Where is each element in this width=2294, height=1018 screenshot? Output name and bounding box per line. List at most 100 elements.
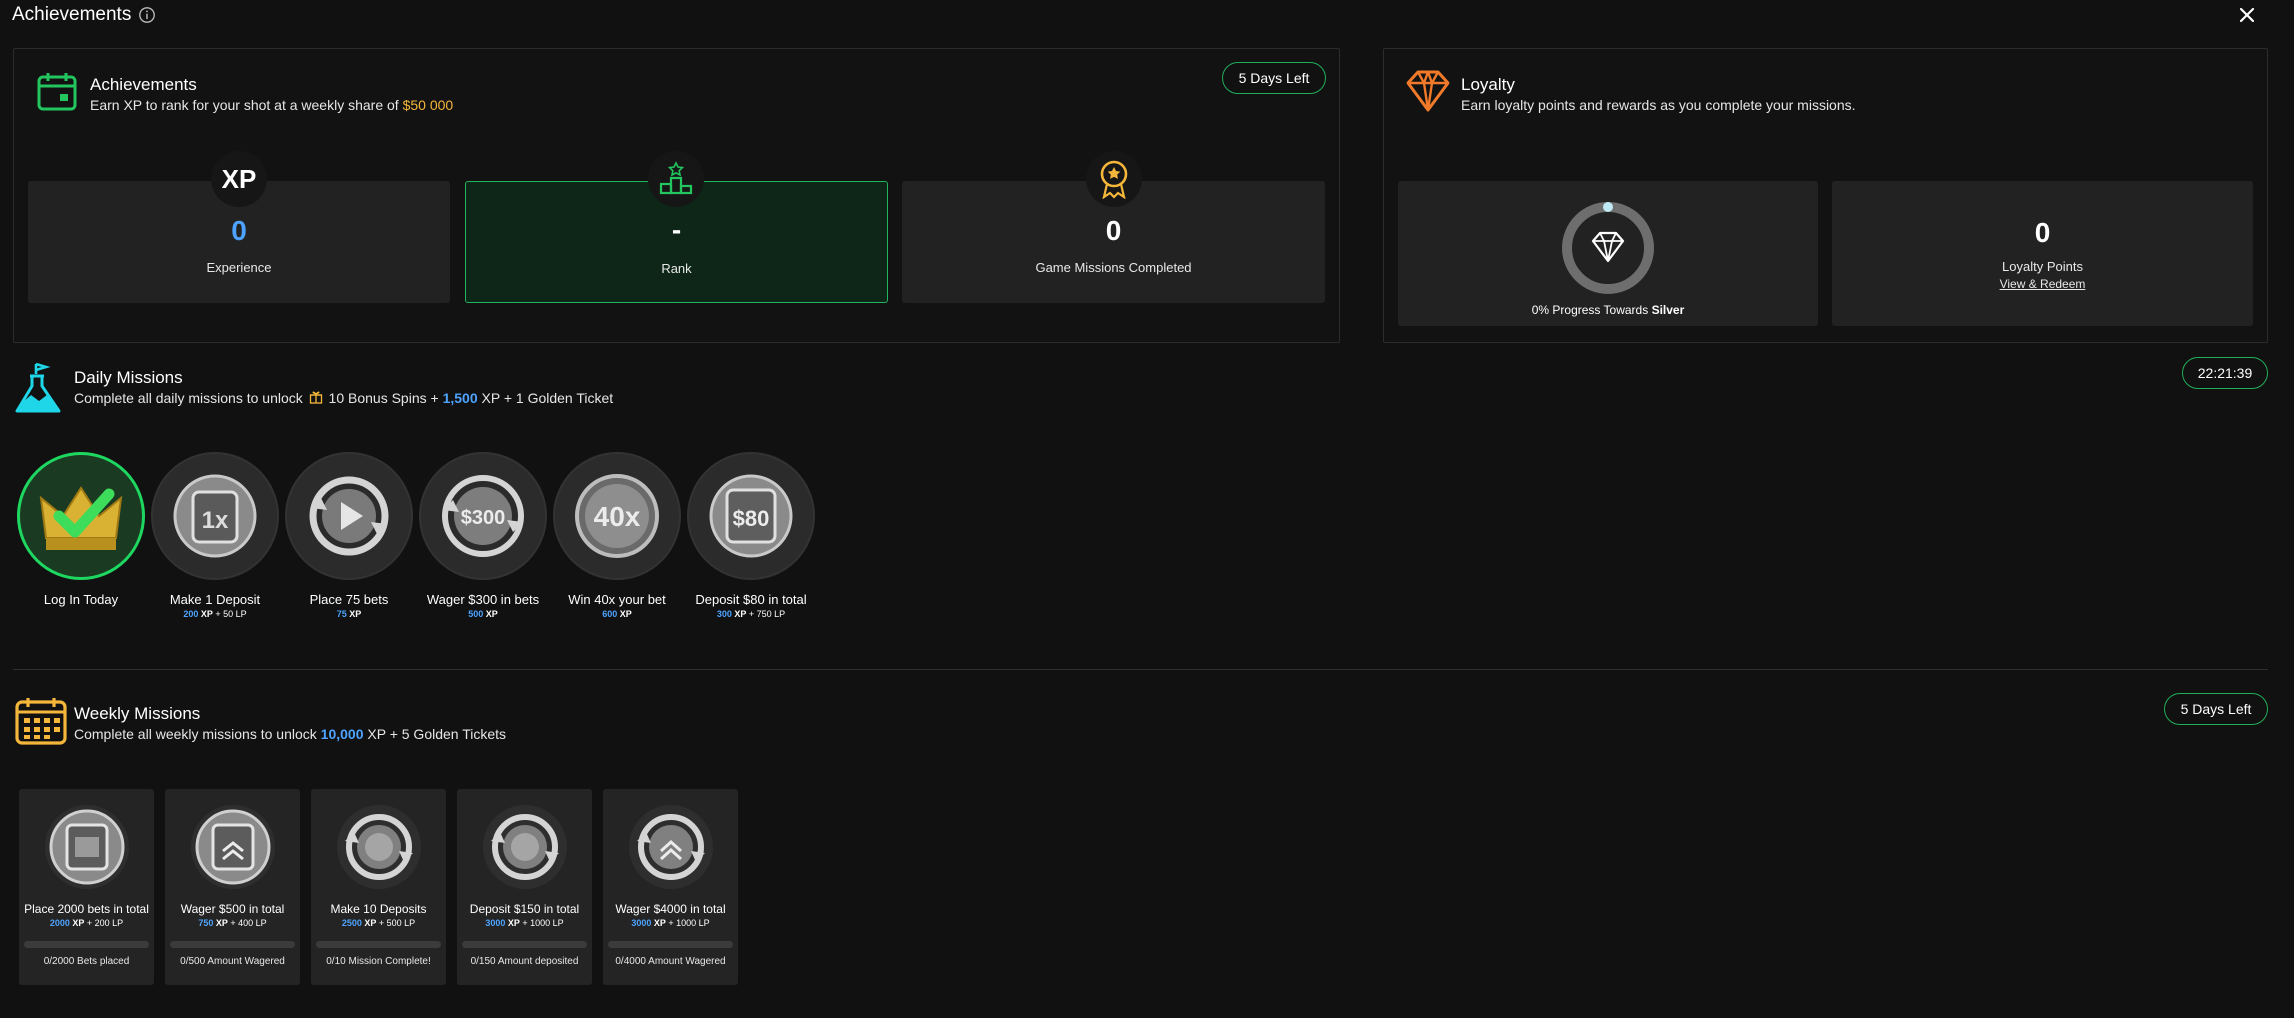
reward-xp: 300 xyxy=(716,609,732,619)
loyalty-points-value: 0 xyxy=(2034,217,2051,248)
slot-80-icon: $80 xyxy=(709,474,793,558)
rank-badge xyxy=(648,151,704,207)
reward-xp-unit: XP xyxy=(734,609,747,619)
section-divider xyxy=(13,669,2268,670)
coin-text: $80 xyxy=(733,506,770,531)
progress-ring xyxy=(1562,202,1654,294)
mission-reward: 500 XP xyxy=(417,609,549,619)
daily-missions-subtitle: Complete all daily missions to unlock 10… xyxy=(74,390,613,406)
weekly-mission-deposit-total[interactable]: Deposit $150 in total 3000 XP + 1000 LP … xyxy=(457,789,592,985)
weekly-mission-wager-total[interactable]: Wager $4000 in total 3000 XP + 1000 LP 0… xyxy=(603,789,738,985)
daily-mission-wager[interactable]: $300 Wager $300 in bets 500 XP xyxy=(417,452,549,619)
subtitle-text: Earn XP to rank for your shot at a weekl… xyxy=(90,97,399,113)
refresh-chevron-icon xyxy=(636,814,705,880)
mission-reward: 3000 XP + 1000 LP xyxy=(603,918,738,928)
mission-icon-wrap xyxy=(44,805,129,889)
mission-icon-wrap xyxy=(482,805,567,889)
weekly-calendar-icon xyxy=(15,698,67,745)
calendar-icon xyxy=(37,73,77,111)
reward-xp: 2000 xyxy=(49,918,70,928)
slot-1x-icon: 1x xyxy=(173,474,257,558)
progress-text: 0/2000 Bets placed xyxy=(43,956,130,967)
daily-mission-login[interactable]: Log In Today xyxy=(15,452,147,607)
mission-coin: $80 xyxy=(687,452,815,580)
medal-icon xyxy=(1100,160,1128,199)
view-redeem-link[interactable]: View & Redeem xyxy=(1832,277,2253,291)
slot-machine-icon xyxy=(49,809,124,885)
medal-badge xyxy=(1086,151,1142,207)
daily-mission-deposit-total[interactable]: $80 Deposit $80 in total 300 XP + 750 LP xyxy=(685,452,817,619)
reward-xp: 200 xyxy=(183,609,199,619)
gift-icon xyxy=(309,391,322,404)
crown-check-icon xyxy=(39,486,123,550)
reward-xp-unit: XP xyxy=(507,918,520,928)
refresh-coin-icon xyxy=(344,814,413,880)
info-icon[interactable] xyxy=(138,6,156,24)
coin-text: $300 xyxy=(461,507,506,529)
reward-xp-unit: XP xyxy=(364,918,377,928)
progress-bar xyxy=(170,941,295,948)
reward-xp-unit: XP xyxy=(72,918,85,928)
mission-label: Make 10 Deposits xyxy=(330,902,427,916)
mission-label: Log In Today xyxy=(43,592,119,607)
weekly-missions-title: Weekly Missions xyxy=(74,704,201,723)
flask-flag-icon xyxy=(15,362,61,413)
progress-bar xyxy=(462,941,587,948)
loyalty-progress-card: 0% Progress Towards Silver xyxy=(1398,181,1818,326)
progress-tier: Silver xyxy=(1651,303,1685,317)
weekly-mission-bets[interactable]: Place 2000 bets in total 2000 XP + 200 L… xyxy=(19,789,154,985)
daily-sub-prefix: Complete all daily missions to unlock xyxy=(74,390,303,406)
reward-lp: + 750 LP xyxy=(748,609,786,619)
top-bar: Achievements xyxy=(0,0,2294,32)
daily-mission-deposit[interactable]: 1x Make 1 Deposit 200 XP + 50 LP xyxy=(149,452,281,619)
reward-xp: 3000 xyxy=(631,918,652,928)
daily-mission-bets[interactable]: Place 75 bets 75 XP xyxy=(283,452,415,619)
mission-label: Wager $500 in total xyxy=(180,902,285,916)
mission-label: Deposit $80 in total xyxy=(695,592,807,607)
mission-reward: 300 XP + 750 LP xyxy=(685,609,817,619)
achievements-title: Achievements xyxy=(90,75,197,94)
podium-icon xyxy=(659,161,693,195)
progress-prefix: 0% Progress Towards xyxy=(1531,303,1649,317)
rank-value: - xyxy=(671,214,682,245)
mission-label: Deposit $150 in total xyxy=(469,902,580,916)
weekly-missions-subtitle: Complete all weekly missions to unlock 1… xyxy=(74,726,506,742)
play-refresh-icon xyxy=(309,476,389,556)
coin-text: 40x xyxy=(594,501,641,532)
progress-bar xyxy=(608,941,733,948)
progress-text: 0/10 Mission Complete! xyxy=(326,956,431,967)
progress-bar xyxy=(24,941,149,948)
weekly-mission-deposits[interactable]: Make 10 Deposits 2500 XP + 500 LP 0/10 M… xyxy=(311,789,446,985)
achievements-panel: Achievements Earn XP to rank for your sh… xyxy=(13,48,1340,343)
progress-text: 0/500 Amount Wagered xyxy=(180,956,285,967)
reward-lp: + 50 LP xyxy=(215,609,247,619)
weekly-sub-suffix: XP + 5 Golden Tickets xyxy=(367,726,507,742)
game-missions-label: Game Missions Completed xyxy=(1035,260,1192,275)
progress-text: 0/4000 Amount Wagered xyxy=(615,956,726,967)
progress-text: 0/150 Amount deposited xyxy=(470,956,579,967)
daily-mission-multiplier[interactable]: 40x Win 40x your bet 600 XP xyxy=(551,452,683,619)
daily-sub-suffix: XP + 1 Golden Ticket xyxy=(481,390,614,406)
mission-coin: $300 xyxy=(419,452,547,580)
mission-reward: 2000 XP + 200 LP xyxy=(19,918,154,928)
mission-label: Place 75 bets xyxy=(309,592,389,607)
mission-reward: 2500 XP + 500 LP xyxy=(311,918,446,928)
mission-reward: 3000 XP + 1000 LP xyxy=(457,918,592,928)
reward-xp-unit: XP xyxy=(619,609,632,619)
mission-coin xyxy=(285,452,413,580)
weekly-xp-amount: 10,000 xyxy=(320,726,364,742)
experience-label: Experience xyxy=(206,260,272,275)
weekly-timer: 5 Days Left xyxy=(2164,693,2268,725)
mission-reward: 600 XP xyxy=(551,609,683,619)
weekly-mission-wager[interactable]: Wager $500 in total 750 XP + 400 LP 0/50… xyxy=(165,789,300,985)
loyalty-panel: Loyalty Earn loyalty points and rewards … xyxy=(1383,48,2268,343)
rank-label: Rank xyxy=(661,261,692,276)
loyalty-title: Loyalty xyxy=(1461,75,1515,94)
multiplier-40x-icon: 40x xyxy=(575,474,659,558)
weekly-sub-prefix: Complete all weekly missions to unlock xyxy=(74,726,317,742)
coin-text: 1x xyxy=(202,507,229,534)
reward-lp: + 200 LP xyxy=(86,918,124,928)
loyalty-points-card: 0 Loyalty Points View & Redeem xyxy=(1832,181,2253,326)
game-missions-value: 0 xyxy=(1105,215,1122,246)
close-icon[interactable] xyxy=(2236,4,2258,26)
